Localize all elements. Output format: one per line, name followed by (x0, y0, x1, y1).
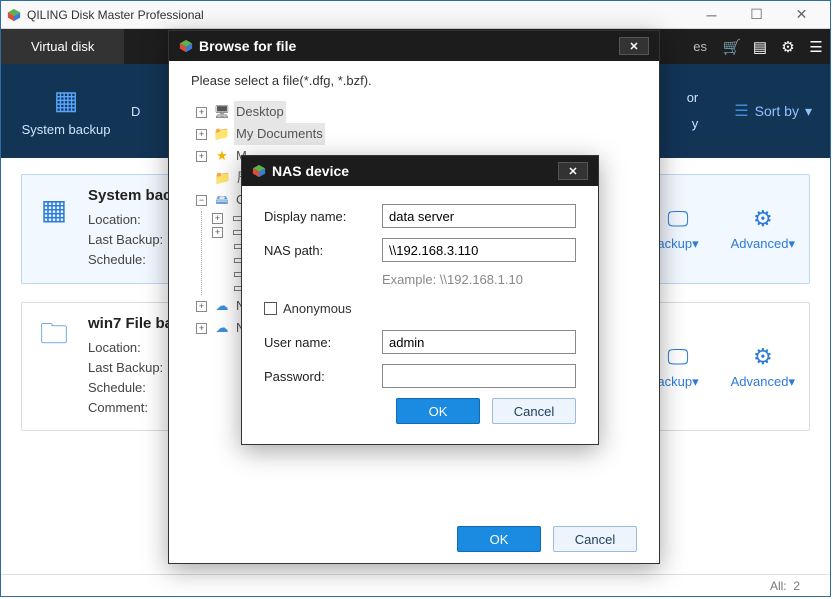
status-label: All: (770, 579, 787, 593)
dialog-close-button[interactable]: ✕ (619, 37, 649, 55)
backup-action[interactable]: 🖵ackup▾ (657, 344, 698, 390)
maximize-button[interactable]: ☐ (734, 4, 779, 26)
cancel-button[interactable]: Cancel (492, 398, 576, 424)
drive-icon: 🖴 (214, 193, 230, 207)
action-label: Advanced (731, 374, 789, 389)
app-logo-icon (7, 8, 21, 22)
action-label: Advanced (731, 236, 789, 251)
tree-label: Desktop (234, 101, 286, 123)
cancel-button[interactable]: Cancel (553, 526, 637, 552)
window-title: QILING Disk Master Professional (27, 8, 204, 22)
example-text: Example: \\192.168.1.10 (382, 272, 576, 287)
checkbox-label: Anonymous (283, 301, 352, 316)
dialog-close-button[interactable]: ✕ (558, 162, 588, 180)
desktop-icon: 🖥 (214, 105, 230, 119)
expand-toggle[interactable] (196, 195, 207, 206)
field-label: Comment: (88, 398, 180, 418)
cloud-icon: ☁ (214, 321, 230, 335)
checkbox-box[interactable] (264, 302, 277, 315)
close-button[interactable]: ✕ (779, 4, 824, 26)
gear-icon[interactable]: ⚙ (774, 29, 802, 64)
app-logo-icon (179, 39, 193, 53)
username-input[interactable] (382, 330, 576, 354)
tab-label: Virtual disk (31, 39, 94, 54)
tree-node-mydocs[interactable]: 📁 My Documents (192, 123, 636, 145)
chevron-down-icon: ▾ (805, 103, 812, 120)
backup-action[interactable]: 🖵ackup▾ (657, 206, 698, 252)
gear-icon: ⚙ (753, 344, 773, 370)
status-count: 2 (793, 579, 800, 593)
field-label: Last Backup: (88, 358, 180, 378)
dialog-prompt: Please select a file(*.dfg, *.bzf). (191, 73, 637, 88)
monitor-icon: 🖵 (667, 206, 688, 232)
toolbar-label: System backup (22, 122, 111, 137)
toolbar-item-partial[interactable]: D (131, 64, 171, 158)
action-label: ackup (657, 374, 692, 389)
toolbar-text-partial: y (692, 111, 699, 137)
field-label: Schedule: (88, 378, 180, 398)
tab-label: es (693, 39, 707, 54)
password-label: Password: (264, 369, 372, 384)
anonymous-checkbox[interactable]: Anonymous (264, 301, 576, 316)
toolbar-system-backup[interactable]: ▦ System backup (1, 64, 131, 158)
nas-path-label: NAS path: (264, 243, 372, 258)
tab-partial[interactable]: es (687, 29, 718, 64)
sort-by-label: Sort by (755, 103, 799, 119)
display-name-input[interactable] (382, 204, 576, 228)
star-icon: ★ (214, 149, 230, 163)
toolbar-label: D (131, 104, 140, 119)
expand-toggle[interactable] (212, 227, 223, 238)
folder-icon: 📁 (214, 127, 230, 141)
expand-toggle[interactable] (196, 129, 207, 140)
tab-virtual-disk[interactable]: Virtual disk (1, 29, 125, 64)
password-input[interactable] (382, 364, 576, 388)
folder-icon: 📁 (215, 171, 231, 185)
expand-toggle[interactable] (196, 323, 207, 334)
dialog-titlebar[interactable]: Browse for file ✕ (169, 31, 659, 61)
sort-by-button[interactable]: ☰ Sort by ▾ (734, 64, 830, 158)
expand-toggle[interactable] (196, 107, 207, 118)
advanced-action[interactable]: ⚙Advanced▾ (731, 206, 795, 252)
dialog-title: NAS device (272, 163, 349, 179)
minimize-button[interactable]: ─ (689, 4, 734, 26)
field-label: Last Backup: (88, 230, 180, 250)
field-label: Schedule: (88, 250, 180, 270)
cart-icon[interactable]: 🛒 (718, 29, 746, 64)
statusbar: All: 2 (1, 574, 830, 596)
gear-icon: ⚙ (753, 206, 773, 232)
cloud-icon: ☁ (214, 299, 230, 313)
nas-device-dialog: NAS device ✕ Display name: NAS path: Exa… (241, 155, 599, 445)
nas-path-input[interactable] (382, 238, 576, 262)
dialog-titlebar[interactable]: NAS device ✕ (242, 156, 598, 186)
titlebar: QILING Disk Master Professional ─ ☐ ✕ (1, 1, 830, 29)
expand-toggle[interactable] (212, 213, 223, 224)
action-label: ackup (657, 236, 692, 251)
ok-button[interactable]: OK (457, 526, 541, 552)
field-label: Location: (88, 210, 180, 230)
ok-button[interactable]: OK (396, 398, 480, 424)
tree-label: My Documents (234, 123, 325, 145)
advanced-action[interactable]: ⚙Advanced▾ (731, 344, 795, 390)
list-icon[interactable]: ▤ (746, 29, 774, 64)
dialog-footer: OK Cancel (169, 514, 659, 570)
toolbar-text-partial: or (687, 85, 699, 111)
grid-icon: ▦ (54, 85, 79, 116)
expand-toggle[interactable] (196, 301, 207, 312)
app-logo-icon (252, 164, 266, 178)
tree-node-desktop[interactable]: 🖥 Desktop (192, 101, 636, 123)
dialog-title: Browse for file (199, 38, 296, 54)
folder-icon: 🗀 (36, 319, 72, 355)
menu-icon[interactable]: ☰ (802, 29, 830, 64)
dialog-body: Display name: NAS path: Example: \\192.1… (242, 186, 598, 440)
grid-icon: ▦ (36, 191, 72, 227)
list-sort-icon: ☰ (734, 101, 748, 121)
monitor-icon: 🖵 (667, 344, 688, 370)
window-controls: ─ ☐ ✕ (689, 4, 824, 26)
display-name-label: Display name: (264, 209, 372, 224)
field-label: Location: (88, 338, 180, 358)
username-label: User name: (264, 335, 372, 350)
expand-toggle[interactable] (196, 151, 207, 162)
